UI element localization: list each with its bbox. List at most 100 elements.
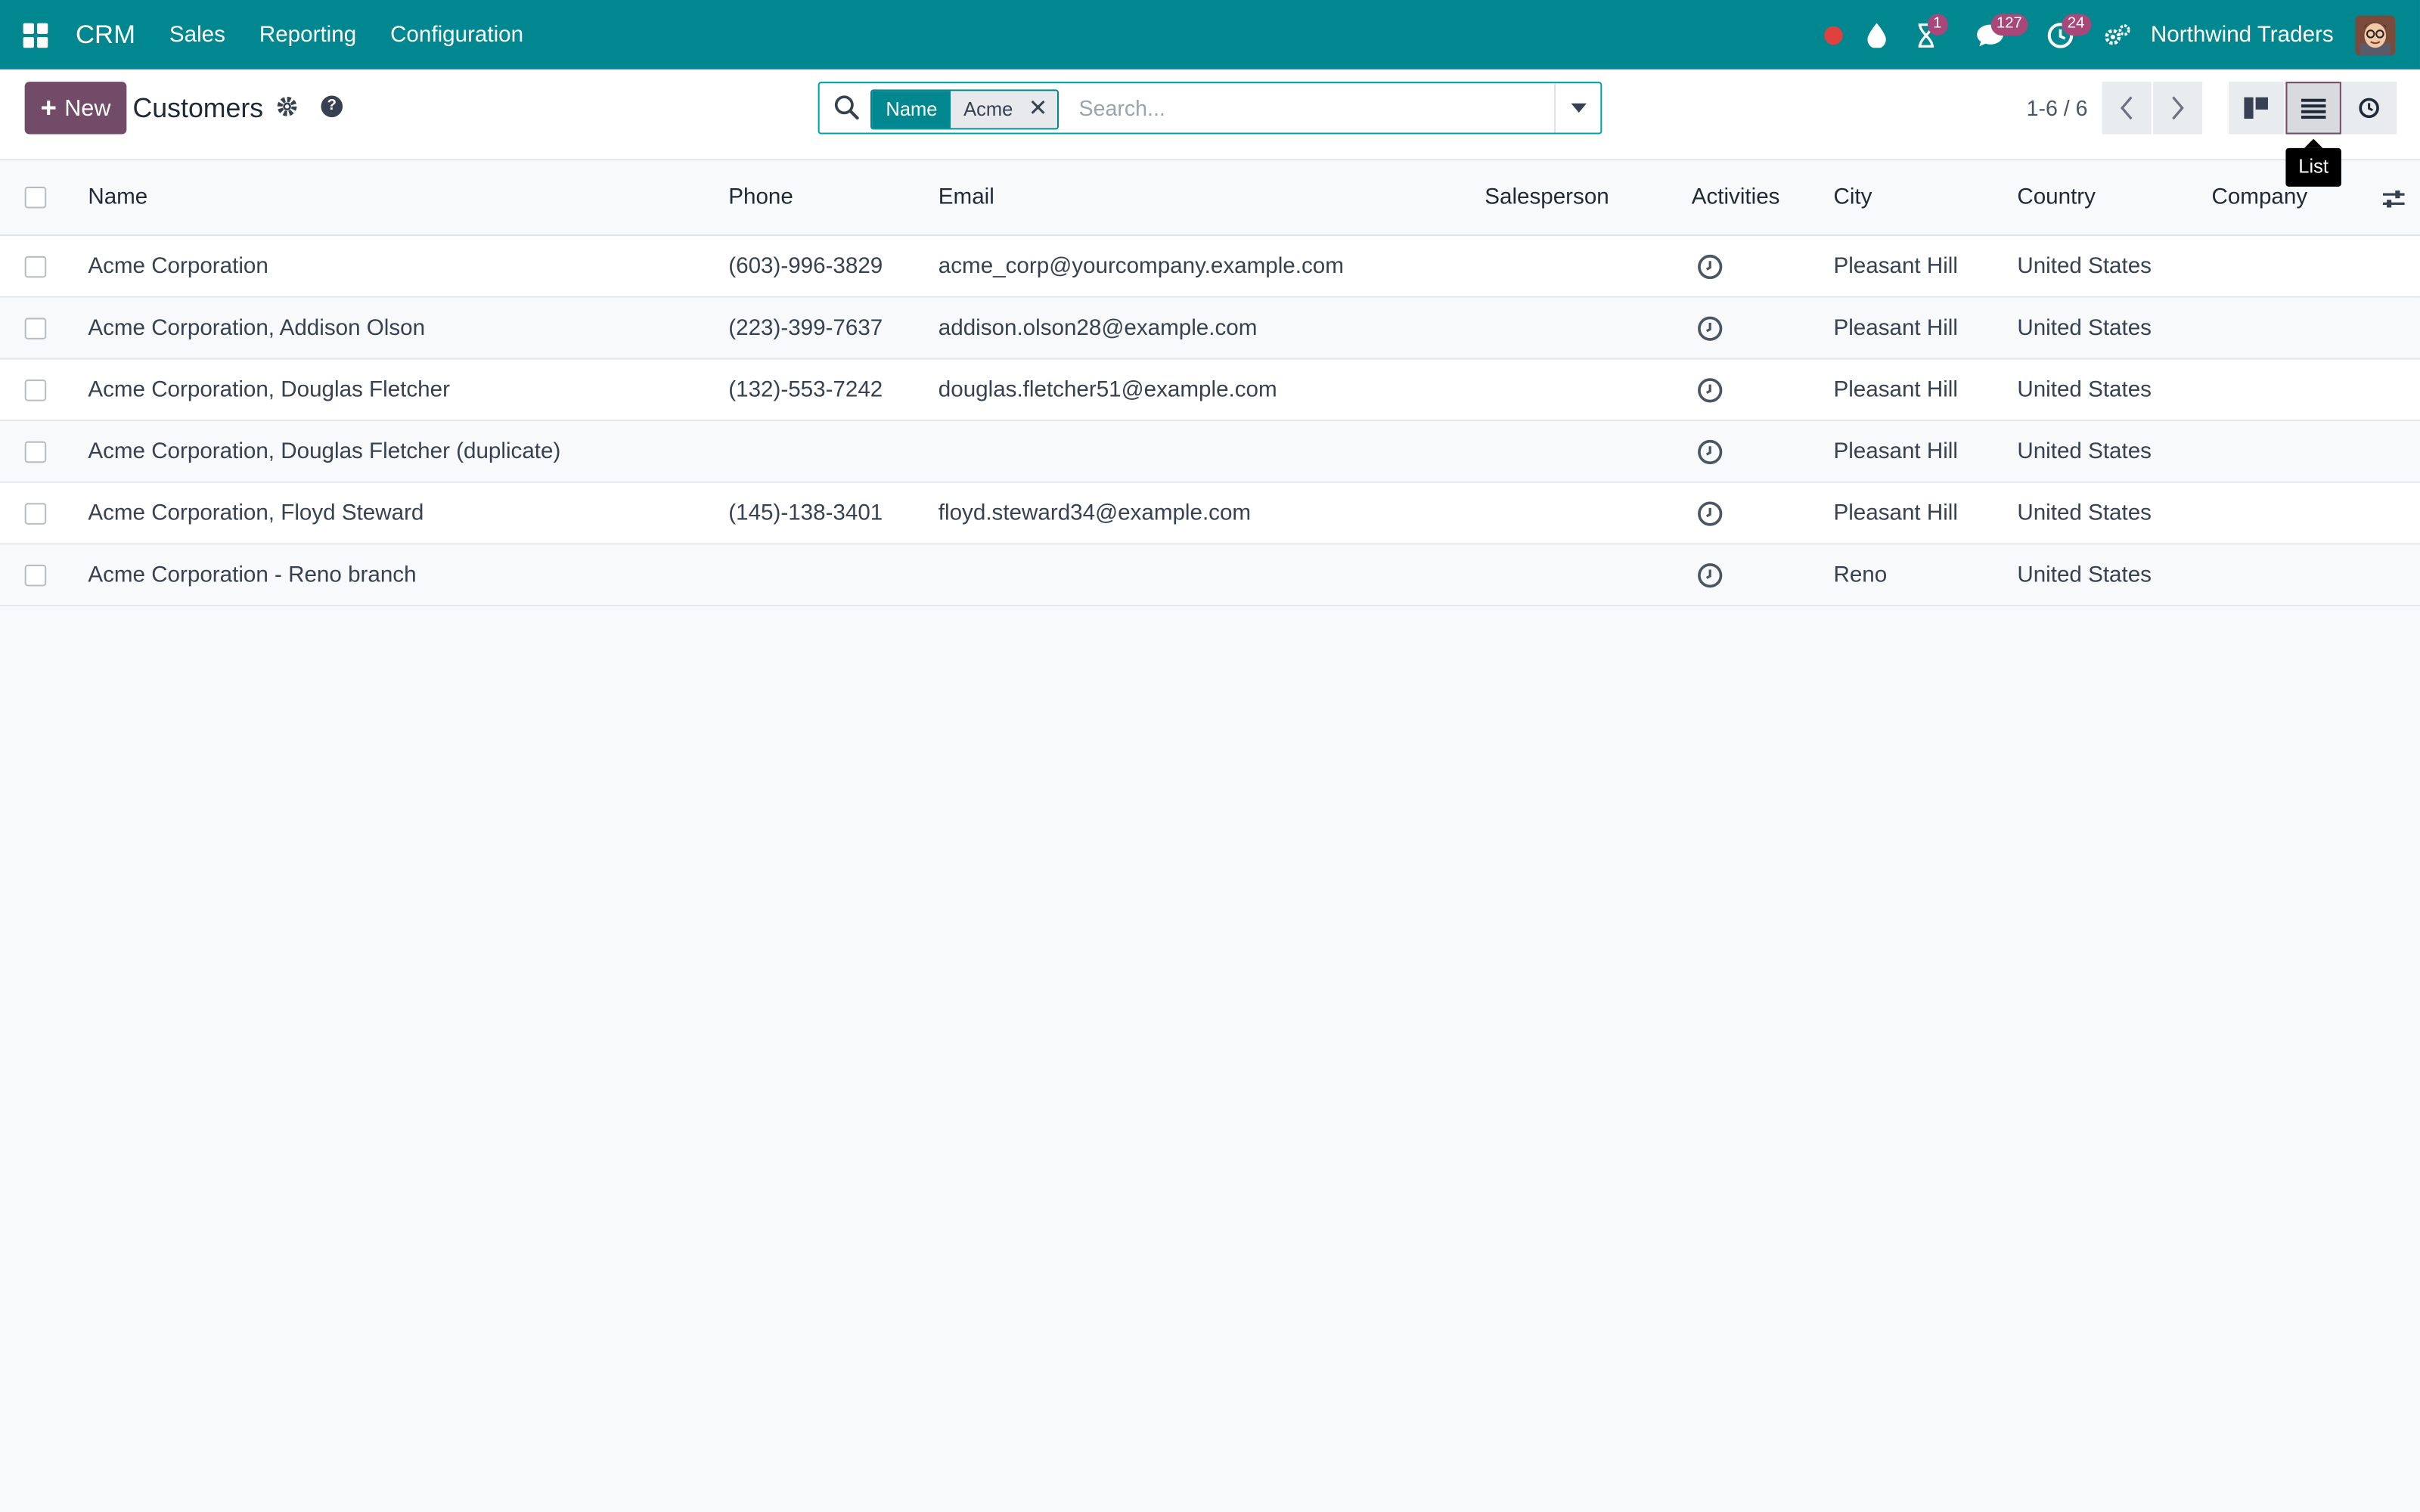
column-header-country[interactable]: Country — [2017, 160, 2096, 234]
cell-city[interactable]: Pleasant Hill — [1833, 360, 1957, 420]
cell-country[interactable]: United States — [2017, 298, 2152, 358]
pager-next-button[interactable] — [2152, 82, 2203, 135]
activity-clock-icon[interactable] — [1696, 561, 1724, 589]
row-checkbox[interactable] — [24, 502, 47, 524]
customers-list: Name Phone Email Salesperson Activities … — [0, 160, 2420, 607]
new-button[interactable]: + New — [24, 82, 127, 135]
cell-name[interactable]: Acme Corporation — [88, 236, 268, 296]
cell-country[interactable]: United States — [2017, 360, 2152, 420]
cell-email[interactable]: acme_corp@yourcompany.example.com — [939, 236, 1344, 296]
select-all-checkbox-cell — [24, 160, 47, 234]
cell-activities — [1696, 483, 1724, 544]
row-checkbox-cell — [24, 236, 47, 296]
activity-clock-icon[interactable] — [1696, 314, 1724, 342]
column-header-salesperson[interactable]: Salesperson — [1485, 160, 1609, 234]
column-header-activities[interactable]: Activities — [1692, 160, 1780, 234]
list-view-button[interactable] — [2285, 82, 2341, 135]
table-row[interactable]: Acme Corporation, Floyd Steward (145)-13… — [0, 482, 2420, 545]
cell-email[interactable]: addison.olson28@example.com — [939, 298, 1258, 358]
facet-value-wrap: Acme ✕ — [951, 91, 1057, 129]
drop-icon[interactable] — [1854, 0, 1897, 70]
table-row[interactable]: Acme Corporation - Reno branch Reno Unit… — [0, 544, 2420, 607]
row-checkbox[interactable] — [24, 317, 47, 339]
cell-phone[interactable]: (603)-996-3829 — [728, 236, 883, 296]
cell-name[interactable]: Acme Corporation, Douglas Fletcher — [88, 360, 450, 420]
optional-columns-sliders-icon[interactable] — [2381, 188, 2406, 210]
cell-city[interactable]: Reno — [1833, 544, 1887, 605]
cell-name[interactable]: Acme Corporation, Addison Olson — [88, 298, 425, 358]
cell-phone[interactable]: (132)-553-7242 — [728, 360, 883, 420]
kanban-view-button[interactable] — [2228, 82, 2285, 135]
activity-clock-icon[interactable] — [1696, 499, 1724, 527]
list-view-tooltip: List — [2285, 138, 2341, 187]
remove-facet-close-icon[interactable]: ✕ — [1028, 91, 1048, 128]
menu-sales[interactable]: Sales — [169, 23, 225, 48]
cell-city[interactable]: Pleasant Hill — [1833, 236, 1957, 296]
recording-icon[interactable] — [1811, 0, 1854, 70]
company-switcher[interactable]: Northwind Traders — [2151, 23, 2334, 48]
cell-country[interactable]: United States — [2017, 421, 2152, 482]
select-all-checkbox[interactable] — [24, 186, 47, 209]
settings-gears-icon[interactable] — [2092, 0, 2141, 70]
app-root: CRM Sales Reporting Configuration 1 127 … — [0, 0, 2420, 1512]
list-icon — [2301, 98, 2326, 119]
menu-configuration[interactable]: Configuration — [390, 23, 523, 48]
navbar-systray: 1 127 24 Northwind Traders — [1811, 0, 2420, 70]
row-checkbox-cell — [24, 421, 47, 482]
cell-city[interactable]: Pleasant Hill — [1833, 298, 1957, 358]
table-row[interactable]: Acme Corporation, Douglas Fletcher (dupl… — [0, 421, 2420, 483]
row-checkbox[interactable] — [24, 255, 47, 277]
row-checkbox-cell — [24, 483, 47, 544]
cell-name[interactable]: Acme Corporation - Reno branch — [88, 544, 416, 605]
apps-menu-icon[interactable] — [23, 22, 48, 48]
column-header-city[interactable]: City — [1833, 160, 1872, 234]
activity-clock-icon[interactable] — [1696, 376, 1724, 404]
search-facet: Name Acme ✕ — [870, 89, 1059, 130]
cell-phone[interactable]: (223)-399-7637 — [728, 298, 883, 358]
column-header-name[interactable]: Name — [88, 160, 147, 234]
pager-previous-button[interactable] — [2102, 82, 2152, 135]
table-row[interactable]: Acme Corporation, Douglas Fletcher (132)… — [0, 359, 2420, 422]
list-body: Acme Corporation (603)-996-3829 acme_cor… — [0, 236, 2420, 607]
row-checkbox[interactable] — [24, 440, 47, 463]
row-checkbox-cell — [24, 544, 47, 605]
cell-email[interactable]: douglas.fletcher51@example.com — [939, 360, 1277, 420]
facet-value: Acme — [963, 98, 1013, 121]
search-options-toggle[interactable] — [1554, 83, 1600, 133]
help-icon[interactable]: ? — [321, 95, 343, 118]
row-checkbox-cell — [24, 360, 47, 420]
table-row[interactable]: Acme Corporation, Addison Olson (223)-39… — [0, 297, 2420, 360]
cell-city[interactable]: Pleasant Hill — [1833, 421, 1957, 482]
column-header-email[interactable]: Email — [939, 160, 994, 234]
cell-country[interactable]: United States — [2017, 236, 2152, 296]
cell-activities — [1696, 421, 1724, 482]
search-bar: Name Acme ✕ — [818, 82, 1602, 135]
activities-clock-icon[interactable]: 24 — [2028, 0, 2093, 70]
app-name[interactable]: CRM — [76, 20, 135, 51]
column-header-phone[interactable]: Phone — [728, 160, 793, 234]
cell-name[interactable]: Acme Corporation, Floyd Steward — [88, 483, 424, 544]
user-avatar[interactable] — [2355, 14, 2396, 55]
cell-country[interactable]: United States — [2017, 483, 2152, 544]
row-checkbox[interactable] — [24, 563, 47, 586]
cell-email[interactable]: floyd.steward34@example.com — [939, 483, 1251, 544]
menu-reporting[interactable]: Reporting — [259, 23, 356, 48]
search-icon[interactable] — [833, 94, 861, 122]
timer-badge: 24 — [2061, 14, 2091, 36]
messages-icon[interactable]: 127 — [1953, 0, 2029, 70]
gear-icon[interactable] — [275, 94, 299, 119]
pager-value[interactable]: 1-6 / 6 — [2027, 96, 2088, 121]
hourglass-icon[interactable]: 1 — [1897, 0, 1953, 70]
search-input[interactable] — [1075, 89, 1545, 127]
cell-phone[interactable]: (145)-138-3401 — [728, 483, 883, 544]
cell-activities — [1696, 544, 1724, 605]
cell-country[interactable]: United States — [2017, 544, 2152, 605]
row-checkbox[interactable] — [24, 379, 47, 401]
cell-city[interactable]: Pleasant Hill — [1833, 483, 1957, 544]
activity-view-button[interactable] — [2341, 82, 2397, 135]
table-row[interactable]: Acme Corporation (603)-996-3829 acme_cor… — [0, 236, 2420, 298]
activity-clock-icon[interactable] — [1696, 438, 1724, 466]
cell-name[interactable]: Acme Corporation, Douglas Fletcher (dupl… — [88, 421, 560, 482]
messages-badge: 127 — [1990, 14, 2029, 36]
activity-clock-icon[interactable] — [1696, 253, 1724, 280]
